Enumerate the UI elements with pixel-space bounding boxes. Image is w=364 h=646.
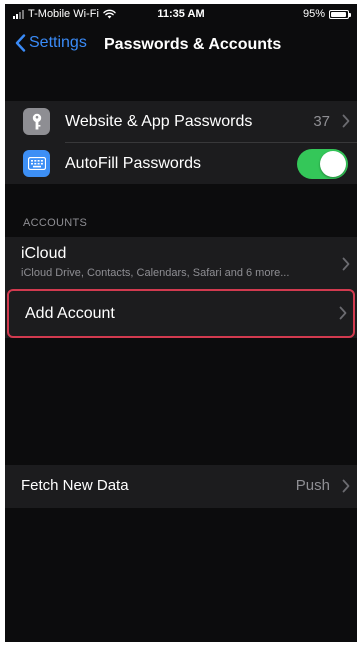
back-button-label: Settings bbox=[29, 34, 87, 51]
password-count: 37 bbox=[313, 113, 330, 130]
autofill-passwords-row: AutoFill Passwords bbox=[5, 143, 357, 184]
battery-level-fill bbox=[331, 11, 347, 17]
icloud-title: iCloud bbox=[21, 245, 67, 262]
fetch-group: Fetch New Data Push bbox=[5, 465, 357, 508]
key-icon bbox=[23, 108, 50, 135]
fetch-mode-value: Push bbox=[295, 477, 330, 494]
keyboard-icon bbox=[23, 150, 50, 177]
toggle-knob bbox=[320, 151, 346, 177]
phone-screen: T-Mobile Wi-Fi 11:35 AM 95% Settings Pas… bbox=[5, 4, 357, 642]
website-app-passwords-label: Website & App Passwords bbox=[65, 112, 253, 130]
back-button[interactable]: Settings bbox=[15, 34, 87, 52]
icloud-subtitle: iCloud Drive, Contacts, Calendars, Safar… bbox=[21, 267, 290, 279]
chevron-left-icon bbox=[15, 34, 26, 52]
add-account-row[interactable]: Add Account bbox=[7, 289, 355, 338]
website-app-passwords-row[interactable]: Website & App Passwords 37 bbox=[5, 101, 357, 142]
battery-icon bbox=[329, 9, 351, 19]
autofill-toggle[interactable] bbox=[297, 149, 348, 179]
chevron-right-icon bbox=[342, 257, 350, 271]
autofill-passwords-label: AutoFill Passwords bbox=[65, 154, 202, 172]
page-title: Passwords & Accounts bbox=[104, 36, 282, 53]
accounts-section-header: ACCOUNTS bbox=[23, 217, 88, 229]
chevron-right-icon bbox=[342, 114, 350, 128]
accounts-group: iCloud iCloud Drive, Contacts, Calendars… bbox=[5, 237, 357, 338]
passwords-group: Website & App Passwords 37 AutoFill Pass… bbox=[5, 101, 357, 184]
add-account-label: Add Account bbox=[25, 305, 115, 322]
status-bar: T-Mobile Wi-Fi 11:35 AM 95% bbox=[5, 4, 357, 26]
status-right: 95% bbox=[302, 8, 351, 20]
chevron-right-icon bbox=[339, 306, 347, 320]
battery-percent: 95% bbox=[302, 8, 325, 20]
fetch-new-data-label: Fetch New Data bbox=[21, 477, 129, 494]
fetch-new-data-row[interactable]: Fetch New Data Push bbox=[5, 465, 357, 508]
chevron-right-icon bbox=[342, 479, 350, 493]
icloud-account-row[interactable]: iCloud iCloud Drive, Contacts, Calendars… bbox=[5, 237, 357, 289]
navigation-bar: Settings Passwords & Accounts bbox=[5, 26, 357, 64]
